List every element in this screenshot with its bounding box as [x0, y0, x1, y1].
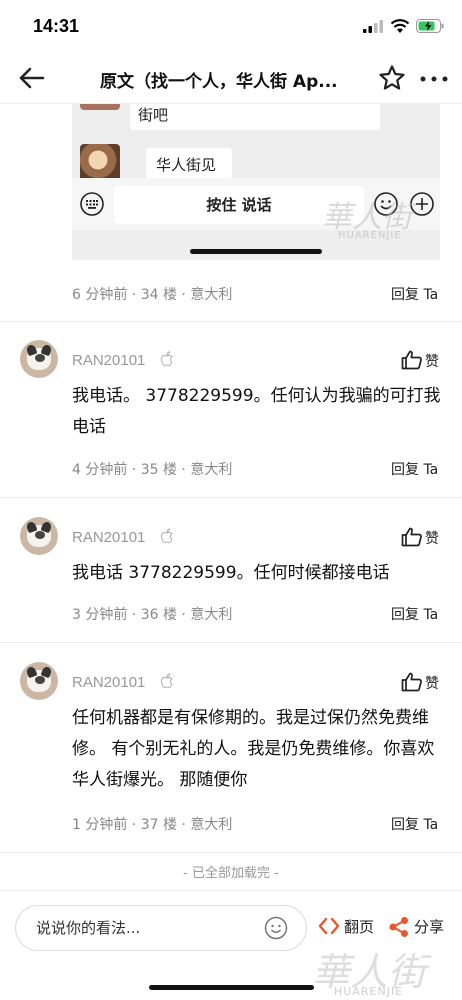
username[interactable]: RAN20101	[72, 674, 145, 691]
reply-button[interactable]: 回复 Ta	[391, 814, 438, 834]
apple-device-icon	[161, 351, 173, 366]
username[interactable]: RAN20101	[72, 529, 145, 546]
avatar[interactable]	[20, 340, 58, 378]
reply-button[interactable]: 回复 Ta	[391, 604, 438, 624]
chat-bubble: 街吧	[130, 104, 380, 130]
chat-bubble: 华人街见	[146, 148, 232, 180]
watermark-text: HUARENJIE	[338, 230, 402, 241]
plus-icon	[410, 192, 434, 216]
reply-button[interactable]: 回复 Ta	[391, 459, 438, 479]
share-icon	[389, 917, 408, 937]
back-arrow-icon[interactable]	[18, 64, 46, 92]
top-nav-bar: 原文（找一个人，华人街 Ap...	[0, 52, 462, 104]
translate-label: 翻页	[344, 918, 375, 936]
comment-body: 任何机器都是有保修期的。我是过保仍然免费维修。 有个别无礼的人。我是仍免费维修。…	[72, 708, 435, 790]
attached-chat-screenshot[interactable]: 街吧 华人街见 按住 说话 華人街 HUARENJIE	[72, 104, 440, 260]
divider	[0, 852, 462, 853]
more-options-icon[interactable]	[420, 76, 448, 82]
thumbs-up-icon[interactable]	[401, 672, 423, 692]
comment-input[interactable]	[36, 916, 256, 940]
comment-meta: 3 分钟前 · 36 楼 · 意大利	[72, 607, 233, 623]
thumbs-up-icon[interactable]	[401, 350, 423, 370]
cellular-signal-icon	[363, 20, 383, 33]
avatar[interactable]	[20, 662, 58, 700]
status-time: 14:31	[33, 16, 80, 36]
watermark-text: HUARENJIE	[334, 985, 404, 998]
page-title: 原文（找一个人，华人街 Ap...	[100, 72, 338, 92]
reply-button[interactable]: 回复 Ta	[391, 284, 438, 304]
apple-device-icon	[161, 528, 173, 543]
username[interactable]: RAN20101	[72, 352, 145, 369]
apple-device-icon	[161, 673, 173, 688]
share-label: 分享	[414, 918, 445, 936]
chat-avatar	[80, 104, 120, 110]
divider	[0, 321, 462, 322]
like-button[interactable]: 赞	[425, 528, 439, 548]
battery-charging-icon	[416, 19, 444, 33]
like-button[interactable]: 赞	[425, 673, 439, 693]
keyboard-icon	[80, 192, 104, 216]
all-loaded-notice: - 已全部加载完 -	[183, 866, 279, 881]
status-bar: 14:31	[0, 0, 462, 52]
comment-meta: 1 分钟前 · 37 楼 · 意大利	[72, 817, 233, 833]
comment-meta: 4 分钟前 · 35 楼 · 意大利	[72, 462, 233, 478]
comment-meta: 6 分钟前 · 34 楼 · 意大利	[72, 287, 233, 303]
avatar[interactable]	[20, 517, 58, 555]
chat-bubble-text: 华人街见	[156, 156, 217, 174]
emoji-icon[interactable]	[264, 916, 288, 940]
thumbs-up-icon[interactable]	[401, 527, 423, 547]
favorite-star-icon[interactable]	[378, 64, 406, 92]
home-indicator	[190, 249, 322, 254]
like-button[interactable]: 赞	[425, 351, 439, 371]
comment-body: 我电话。 3778229599。任何认为我骗的可打我电话	[72, 386, 441, 437]
code-brackets-icon	[318, 917, 340, 935]
comment-input-box[interactable]	[15, 905, 307, 951]
bottom-action-bar: 翻页 分享 華人街 HUARENJIE	[0, 890, 462, 1000]
divider	[0, 642, 462, 643]
wifi-icon	[390, 19, 410, 33]
home-indicator	[149, 985, 314, 990]
chat-bubble-text: 街吧	[138, 106, 169, 124]
divider	[0, 497, 462, 498]
comment-body: 我电话 3778229599。任何时候都接电话	[72, 563, 390, 583]
